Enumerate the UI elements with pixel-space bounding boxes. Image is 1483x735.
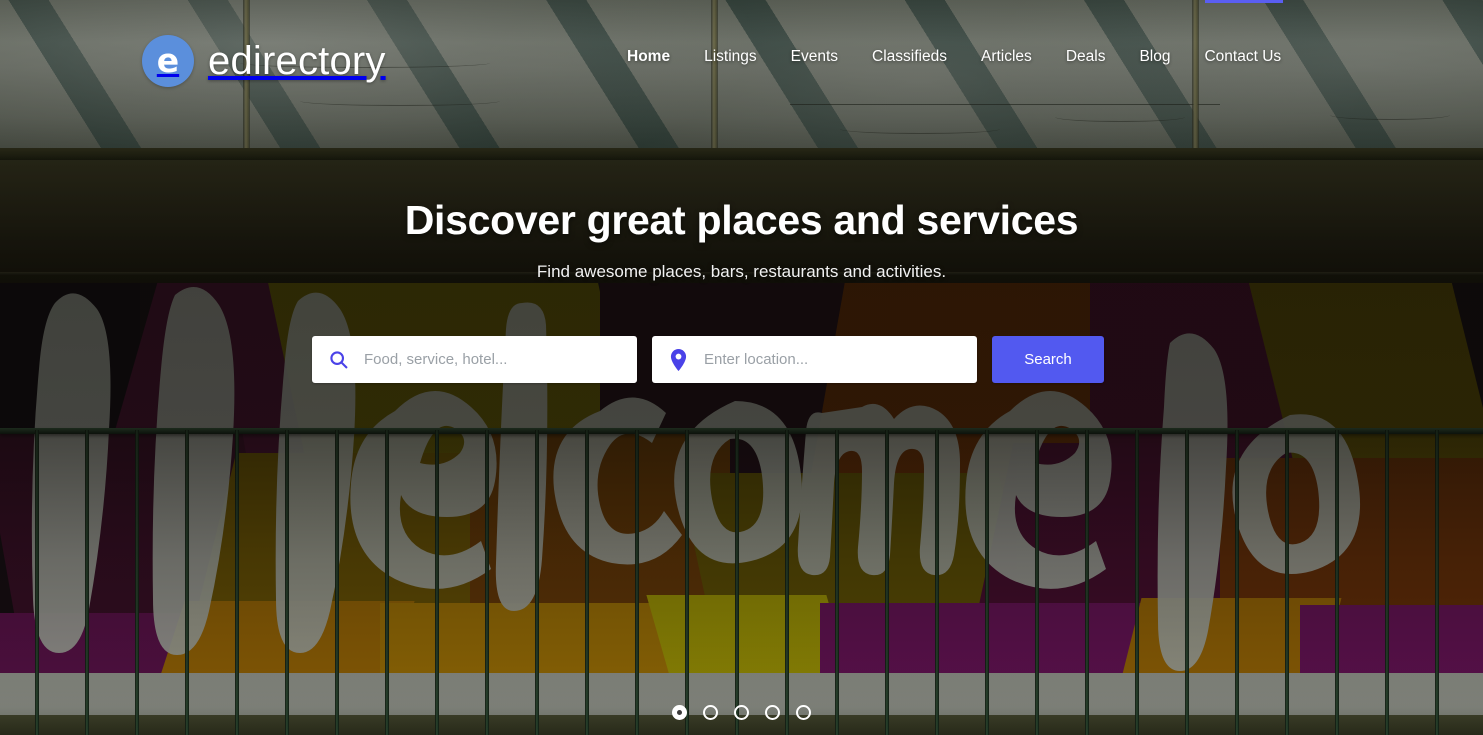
brand-logo-link[interactable]: e edirectory [142, 35, 386, 87]
location-field-wrapper[interactable] [652, 336, 977, 383]
carousel-dot-5[interactable] [796, 705, 811, 720]
nav-item-blog[interactable]: Blog [1122, 48, 1187, 66]
logo-circle-icon: e [142, 35, 194, 87]
nav-item-home[interactable]: Home [610, 48, 687, 66]
carousel-dot-2[interactable] [703, 705, 718, 720]
carousel-dot-4[interactable] [765, 705, 780, 720]
site-header: e edirectory Home Listings Events Classi… [0, 0, 1483, 124]
nav-item-classifieds[interactable]: Classifieds [855, 48, 964, 66]
page-title: Discover great places and services [404, 197, 1079, 243]
brand-name: edirectory [208, 38, 386, 83]
hero-subtitle: Find awesome places, bars, restaurants a… [536, 262, 947, 281]
logo-letter: e [156, 40, 180, 80]
page-load-progress-bar [1205, 0, 1283, 3]
keyword-field-wrapper[interactable] [312, 336, 637, 383]
nav-item-contact-us[interactable]: Contact Us [1187, 48, 1298, 66]
map-pin-icon [652, 348, 704, 371]
search-bar: Search [312, 336, 1104, 383]
search-input[interactable] [364, 351, 637, 368]
carousel-pagination [0, 705, 1483, 720]
nav-item-deals[interactable]: Deals [1049, 48, 1123, 66]
carousel-dot-1[interactable] [672, 705, 687, 720]
nav-item-events[interactable]: Events [774, 48, 855, 66]
location-input[interactable] [704, 351, 977, 368]
page-root: e edirectory Home Listings Events Classi… [0, 0, 1483, 735]
carousel-dot-3[interactable] [734, 705, 749, 720]
nav-item-listings[interactable]: Listings [687, 48, 774, 66]
search-icon [312, 349, 364, 370]
nav-item-articles[interactable]: Articles [964, 48, 1049, 66]
main-navigation: Home Listings Events Classifieds Article… [610, 48, 1298, 66]
search-button[interactable]: Search [992, 336, 1104, 383]
